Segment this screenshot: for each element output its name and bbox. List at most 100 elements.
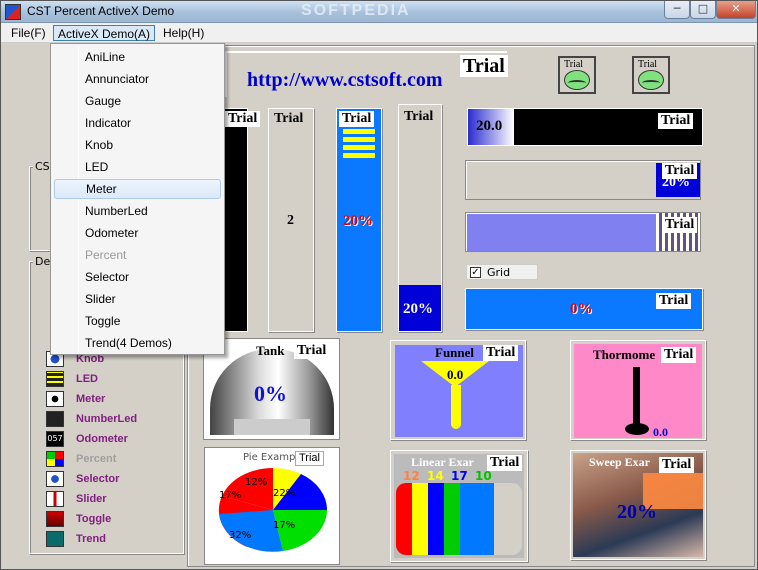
demo-list-item-label: Meter [76,393,106,405]
menu-item-led[interactable]: LED [54,157,221,177]
hbar-20-0-value: 20.0 [476,118,503,134]
trend-icon [46,531,64,547]
numberled-icon [46,411,64,427]
demo-panel: http://www.cstsoft.com Trial Trial Trial… [187,45,755,567]
linear-value-2: 14 [427,469,444,483]
demo-list-item-odometer[interactable]: 057 Odometer [46,430,128,448]
menu-item-indicator[interactable]: Indicator [54,113,221,133]
sweep-title: Sweep Exar [589,455,650,469]
menu-bar: File(F) ActiveX Demo(A) Help(H) [1,23,757,43]
maximize-button[interactable]: □ [690,1,716,19]
grid-checkbox-row[interactable]: ✓ Grid [466,264,538,280]
annunciator-icon: Trial [632,56,670,94]
linear-value-3: 17 [451,469,468,483]
vertical-bar-navy: Trial 20% [398,104,442,332]
title-bar: CST Percent ActiveX Demo SOFTPEDIA ─ □ ✕ [1,1,757,23]
hbar-blue: Trial 0% [465,288,703,330]
sweep-value: 20% [617,501,657,523]
hbar-lavender: Trial [465,212,701,252]
demo-list-item-label: Trend [76,533,106,545]
led-icon [46,371,64,387]
demo-list-item-toggle[interactable]: Toggle [46,510,111,528]
url-link[interactable]: http://www.cstsoft.com [247,69,443,92]
group-box-cs-label: CS [33,160,52,173]
pie-label-4: 17% [273,520,296,531]
vertical-bar-black: Trial [224,108,261,332]
demo-list-item-label: Slider [76,493,107,505]
menu-item-toggle[interactable]: Toggle [54,311,221,331]
selector-icon [46,471,64,487]
odometer-icon: 057 [46,431,64,447]
menu-item-trend-4-demos[interactable]: Trend(4 Demos) [54,333,221,353]
percent-icon [46,451,64,467]
demo-list-item-meter[interactable]: Meter [46,390,105,408]
funnel-value: 0.0 [447,367,464,382]
demo-list-item-label: NumberLed [76,413,138,425]
pie-label-5: 32% [229,530,252,541]
watermark-text: SOFTPEDIA [301,2,411,19]
linear-demo: Linear Exar Trial 12 14 17 10 [390,450,528,562]
thermometer-demo: Thormome Trial 0.0 [570,340,706,440]
demo-list-item-label: LED [76,373,98,385]
demo-list-item-percent: Percent [46,450,116,468]
demo-list-item-selector[interactable]: Selector [46,470,119,488]
menu-item-aniline[interactable]: AniLine [54,47,221,67]
funnel-demo: Funnel Trial 0.0 [390,340,526,440]
demo-list-item-trend[interactable]: Trend [46,530,106,548]
demo-list-item-label: Odometer [76,433,128,445]
vertical-bar-blue-pct: 20% [343,213,373,229]
menu-activex-demo[interactable]: ActiveX Demo(A) [53,25,156,41]
menu-item-knob[interactable]: Knob [54,135,221,155]
menu-item-selector[interactable]: Selector [54,267,221,287]
pie-label-2: 12% [245,477,268,488]
menu-item-gauge[interactable]: Gauge [54,91,221,111]
menu-item-annunciator[interactable]: Annunciator [54,69,221,89]
menu-item-meter[interactable]: Meter [54,179,221,199]
tank-value: 0% [254,381,287,406]
hbar-grey: Trial 20% [465,160,701,200]
demo-list-item-numberled[interactable]: NumberLed [46,410,137,428]
app-icon [5,4,21,20]
thermometer-title: Thormome [593,347,656,362]
annunciator-icon: Trial [558,56,596,94]
thermometer-value: 0.0 [653,425,668,439]
demo-list-item-led[interactable]: LED [46,370,98,388]
vertical-bar-blue: Trial 20% [336,108,382,332]
meter-icon [46,391,64,407]
vertical-bar-value-text: 2 [287,213,294,228]
grid-checkbox-label: Grid [487,266,511,279]
linear-title: Linear Exar [411,455,474,469]
funnel-title: Funnel [435,345,475,360]
demo-list-item-label: Toggle [76,513,112,525]
window-title: CST Percent ActiveX Demo [27,4,175,18]
close-button[interactable]: ✕ [716,1,756,19]
minimize-button[interactable]: ─ [664,1,690,19]
tank-title: Tank [256,343,285,358]
menu-file[interactable]: File(F) [7,25,50,41]
linear-value-1: 12 [403,469,420,483]
activex-demo-dropdown: AniLine Annunciator Gauge Indicator Knob LED M… [50,43,225,355]
hbar-blue-pct: 0% [570,301,593,317]
sweep-demo: Sweep Exar Trial 20% [570,450,706,560]
menu-item-numberled[interactable]: NumberLed [54,201,221,221]
vertical-bar-value: Trial 2 [268,108,314,332]
linear-value-4: 10 [475,469,492,483]
pie-label-3: 22% [273,488,296,499]
pie-chart [218,467,328,552]
demo-list-item-slider[interactable]: Slider [46,490,107,508]
demo-list-item-label: Selector [76,473,120,485]
demo-list-item-label: Percent [76,453,117,465]
hbar-grey-pct: 20% [662,175,690,190]
vertical-bar-navy-pct: 20% [403,301,433,317]
grid-checkbox[interactable]: ✓ [470,267,481,278]
trial-badge: Trial [460,55,508,77]
menu-help[interactable]: Help(H) [159,25,208,41]
menu-item-odometer[interactable]: Odometer [54,223,221,243]
pie-label-1: 17% [219,490,242,501]
slider-icon [46,491,64,507]
pie-demo: Pie Examp Trial 17% 12% 22% 17% 32% [204,447,340,565]
menu-item-slider[interactable]: Slider [54,289,221,309]
menu-item-percent: Percent [85,248,127,262]
toggle-icon [46,511,64,527]
app-window: CST Percent ActiveX Demo SOFTPEDIA ─ □ ✕… [0,0,758,570]
